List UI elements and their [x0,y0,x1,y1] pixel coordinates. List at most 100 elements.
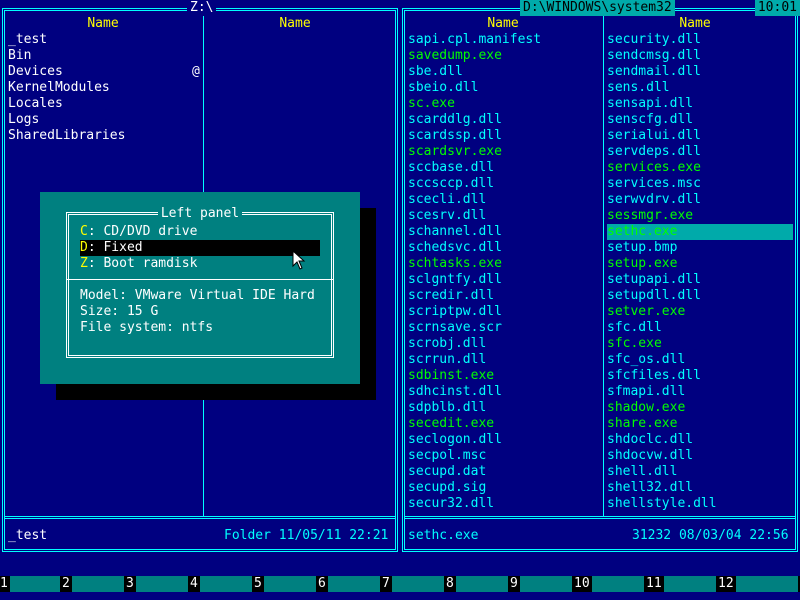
file-item[interactable]: scrobj.dll [408,336,600,352]
function-key-number: 8 [446,576,454,591]
file-item[interactable]: sbe.dll [408,64,600,80]
function-key-label [736,576,798,592]
file-item[interactable]: scesrv.dll [408,208,600,224]
file-item[interactable]: sbeio.dll [408,80,600,96]
drive-filesystem: File system: ntfs [80,320,214,335]
file-item[interactable]: scardssp.dll [408,128,600,144]
file-item[interactable]: shell32.dll [607,480,793,496]
function-key-number: 10 [574,576,590,591]
file-item[interactable]: sdpblb.dll [408,400,600,416]
drive-item-c[interactable]: C: CD/DVD drive [80,224,320,240]
file-item[interactable]: serwvdrv.dll [607,192,793,208]
file-item[interactable]: sfmapi.dll [607,384,793,400]
file-item[interactable]: senscfg.dll [607,112,793,128]
file-item[interactable]: secedit.exe [408,416,600,432]
f7-key[interactable]: 7 [382,576,446,592]
file-item[interactable]: scarddlg.dll [408,112,600,128]
file-item[interactable]: sapi.cpl.manifest [408,32,600,48]
file-item[interactable]: setupapi.dll [607,272,793,288]
file-item[interactable]: sendcmsg.dll [607,48,793,64]
f3-key[interactable]: 3 [126,576,190,592]
file-item[interactable]: sccbase.dll [408,160,600,176]
file-item[interactable]: scrnsave.scr [408,320,600,336]
drive-item-z[interactable]: Z: Boot ramdisk [80,256,320,272]
right-panel[interactable]: D:\WINDOWS\system32 10:01 Name Name sapi… [400,0,800,552]
file-item[interactable]: KernelModules [8,80,200,96]
file-item-selected[interactable]: sethc.exe [607,224,793,240]
file-item[interactable]: sensapi.dll [607,96,793,112]
file-item[interactable]: Bin [8,48,200,64]
file-item[interactable]: scriptpw.dll [408,304,600,320]
file-item[interactable]: share.exe [607,416,793,432]
file-item[interactable]: shadow.exe [607,400,793,416]
file-item[interactable]: SharedLibraries [8,128,200,144]
file-item[interactable]: sfc.dll [607,320,793,336]
devices-symlink-marker: @ [192,64,200,79]
file-item[interactable]: services.exe [607,160,793,176]
file-item[interactable]: scredir.dll [408,288,600,304]
file-item[interactable]: shdocvw.dll [607,448,793,464]
file-item[interactable]: sclgntfy.dll [408,272,600,288]
file-item[interactable]: shdoclc.dll [607,432,793,448]
f4-key[interactable]: 4 [190,576,254,592]
file-item[interactable]: seclogon.dll [408,432,600,448]
f12-key[interactable]: 12 [718,576,800,592]
f11-key[interactable]: 11 [646,576,718,592]
left-col-header-2[interactable]: Name [200,16,390,32]
file-item[interactable]: secpol.msc [408,448,600,464]
file-item[interactable]: sc.exe [408,96,600,112]
drive-size: Size: 15 G [80,304,159,319]
file-item[interactable]: savedump.exe [408,48,600,64]
left-status-name: _test [8,528,48,543]
file-item[interactable]: sfc.exe [607,336,793,352]
file-item[interactable]: sfcfiles.dll [607,368,793,384]
file-item[interactable]: services.msc [607,176,793,192]
left-status-divider [5,516,395,519]
file-item[interactable]: setver.exe [607,304,793,320]
file-item[interactable]: scecli.dll [408,192,600,208]
f2-key[interactable]: 2 [62,576,126,592]
right-col-header-2[interactable]: Name [600,16,790,32]
right-panel-path[interactable]: D:\WINDOWS\system32 [520,0,675,16]
drive-model: Model: VMware Virtual IDE Hard [80,288,315,303]
left-panel-path[interactable]: Z:\ [187,0,217,16]
drive-select-dialog[interactable]: Left panel C: CD/DVD drive D: Fixed Z: B… [40,192,360,384]
f1-key[interactable]: 1 [0,576,62,592]
f9-key[interactable]: 9 [510,576,574,592]
file-item[interactable]: setup.exe [607,256,793,272]
drive-item-d[interactable]: D: Fixed [80,240,320,256]
file-item[interactable]: sdbinst.exe [408,368,600,384]
left-col-header-1[interactable]: Name [8,16,198,32]
f5-key[interactable]: 5 [254,576,318,592]
file-item[interactable]: security.dll [607,32,793,48]
file-item[interactable]: Devices [8,64,200,80]
file-item[interactable]: schedsvc.dll [408,240,600,256]
file-item[interactable]: schannel.dll [408,224,600,240]
file-item[interactable]: setupdll.dll [607,288,793,304]
file-item[interactable]: sens.dll [607,80,793,96]
file-item[interactable]: Logs [8,112,200,128]
file-item[interactable]: schtasks.exe [408,256,600,272]
file-item[interactable]: sendmail.dll [607,64,793,80]
file-item[interactable]: Locales [8,96,200,112]
function-key-number: 2 [62,576,70,591]
file-item[interactable]: sccsccp.dll [408,176,600,192]
right-col-header-1[interactable]: Name [408,16,598,32]
file-item[interactable]: scardsvr.exe [408,144,600,160]
f8-key[interactable]: 8 [446,576,510,592]
file-item[interactable]: setup.bmp [607,240,793,256]
file-item[interactable]: serialui.dll [607,128,793,144]
file-item[interactable]: shellstyle.dll [607,496,793,512]
f10-key[interactable]: 10 [574,576,646,592]
file-item[interactable]: _test [8,32,200,48]
file-item[interactable]: sdhcinst.dll [408,384,600,400]
file-item[interactable]: shell.dll [607,464,793,480]
file-item[interactable]: secupd.dat [408,464,600,480]
file-item[interactable]: sfc_os.dll [607,352,793,368]
file-item[interactable]: sessmgr.exe [607,208,793,224]
file-item[interactable]: scrrun.dll [408,352,600,368]
f6-key[interactable]: 6 [318,576,382,592]
file-item[interactable]: secur32.dll [408,496,600,512]
file-item[interactable]: secupd.sig [408,480,600,496]
file-item[interactable]: servdeps.dll [607,144,793,160]
